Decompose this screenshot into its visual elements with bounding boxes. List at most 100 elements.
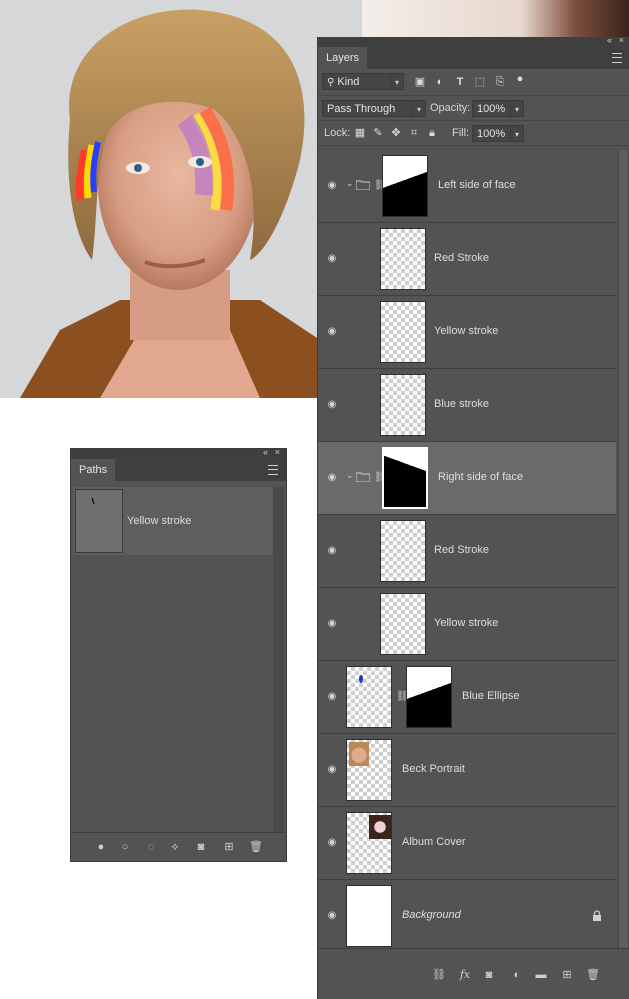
- layers-panel: « × Layers ⚲ Kind ▾ ▣ ◐ T ⬚ ⎘ ● Pass Thr…: [317, 35, 629, 999]
- paths-scrollbar[interactable]: [273, 487, 284, 832]
- chevron-down-icon[interactable]: ⌄: [346, 470, 354, 481]
- layer-row[interactable]: ◉ Red Stroke: [318, 515, 616, 588]
- layer-row[interactable]: ◉ Yellow stroke: [318, 296, 616, 369]
- shape-filter-icon[interactable]: ⬚: [474, 76, 486, 88]
- layer-row[interactable]: ◉ Album Cover: [318, 807, 616, 880]
- stroke-path-icon[interactable]: ○: [119, 841, 131, 853]
- eye-icon[interactable]: ◉: [326, 472, 338, 484]
- add-mask-icon[interactable]: ◙: [195, 841, 207, 853]
- layer-row[interactable]: ◉ Red Stroke: [318, 223, 616, 296]
- link-layers-icon[interactable]: ⛓: [432, 969, 446, 981]
- image-filter-icon[interactable]: ▣: [414, 76, 426, 88]
- layer-thumbnail[interactable]: [346, 885, 392, 947]
- layer-thumbnail[interactable]: [346, 739, 392, 801]
- collapse-icon[interactable]: «: [607, 35, 612, 45]
- chevron-down-icon[interactable]: ⌄: [346, 178, 354, 189]
- layer-thumbnail[interactable]: [380, 593, 426, 655]
- panel-menu-icon[interactable]: [268, 465, 278, 475]
- layer-thumbnail[interactable]: [380, 301, 426, 363]
- smart-object-filter-icon[interactable]: ⎘: [494, 76, 506, 88]
- link-icon[interactable]: ⛓: [374, 472, 387, 484]
- layer-row[interactable]: ◉ Yellow stroke: [318, 588, 616, 661]
- opacity-input[interactable]: 100% ▾: [472, 100, 524, 117]
- blue-ellipse-mark: [359, 675, 363, 683]
- group-mask-thumbnail[interactable]: [382, 155, 428, 217]
- adjustment-filter-icon[interactable]: ◐: [434, 76, 446, 88]
- add-mask-icon[interactable]: ◙: [482, 969, 496, 981]
- album-cover-photo: [362, 0, 629, 40]
- tab-layers[interactable]: Layers: [318, 47, 368, 69]
- eye-icon[interactable]: ◉: [326, 253, 338, 265]
- lock-transparent-icon[interactable]: ▦: [354, 127, 366, 139]
- close-icon[interactable]: ×: [275, 447, 280, 457]
- new-layer-icon[interactable]: ⊞: [560, 969, 574, 981]
- lock-paint-icon[interactable]: ✎: [372, 127, 384, 139]
- layer-row[interactable]: ◉ ⌄ ⛓ Left side of face: [318, 150, 616, 223]
- trash-icon[interactable]: 🗑︎: [249, 841, 263, 853]
- layer-thumbnail[interactable]: [380, 520, 426, 582]
- lock-all-icon[interactable]: 🔒︎: [426, 127, 438, 139]
- eye-icon[interactable]: ◉: [326, 326, 338, 338]
- chevron-down-icon: ▾: [412, 101, 425, 116]
- layer-list: ◉ ⌄ ⛓ Left side of face ◉ Red Stroke ◉ Y…: [318, 150, 616, 986]
- layer-name: Red Stroke: [434, 252, 490, 264]
- layer-row[interactable]: ◉ Beck Portrait: [318, 734, 616, 807]
- layer-thumbnail[interactable]: [380, 228, 426, 290]
- make-work-path-icon[interactable]: ⟡: [169, 841, 181, 853]
- fill-value: 100%: [477, 128, 506, 140]
- link-icon[interactable]: ⛓: [396, 691, 409, 703]
- panel-titlebar[interactable]: « ×: [71, 447, 286, 459]
- lock-position-icon[interactable]: ✥: [390, 127, 402, 139]
- layer-thumbnail[interactable]: [380, 374, 426, 436]
- layer-thumbnail[interactable]: [346, 812, 392, 874]
- layer-mask-thumbnail[interactable]: [406, 666, 452, 728]
- eye-icon[interactable]: ◉: [326, 764, 338, 776]
- layer-thumbnail[interactable]: [346, 666, 392, 728]
- blend-mode-value: Pass Through: [327, 103, 396, 115]
- panel-titlebar[interactable]: « ×: [318, 35, 629, 47]
- panel-menu-icon[interactable]: [612, 53, 622, 63]
- group-mask-thumbnail[interactable]: [382, 447, 428, 509]
- load-selection-icon[interactable]: ◌: [145, 841, 157, 853]
- eye-icon[interactable]: ◉: [326, 545, 338, 557]
- layer-name: Blue stroke: [434, 398, 490, 410]
- layer-row[interactable]: ◉ ⛓ Blue Ellipse: [318, 661, 616, 734]
- layers-scrollbar[interactable]: [617, 150, 629, 986]
- eye-icon[interactable]: ◉: [326, 180, 338, 192]
- layer-name: Right side of face: [438, 471, 523, 483]
- fill-input[interactable]: 100% ▾: [472, 125, 524, 142]
- eye-icon[interactable]: ◉: [326, 691, 338, 703]
- link-icon[interactable]: ⛓: [374, 180, 387, 192]
- eye-icon[interactable]: ◉: [326, 910, 338, 922]
- blend-row: Pass Through ▾ Opacity: 100% ▾: [318, 96, 629, 121]
- type-filter-icon[interactable]: T: [454, 76, 466, 88]
- search-icon: ⚲: [327, 77, 335, 88]
- close-icon[interactable]: ×: [619, 35, 624, 45]
- adjustment-layer-icon[interactable]: ◐: [510, 969, 524, 981]
- path-item[interactable]: Yellow stroke: [73, 487, 273, 555]
- eye-icon[interactable]: ◉: [326, 837, 338, 849]
- chevron-down-icon: ▾: [390, 74, 403, 89]
- layer-row[interactable]: ◉ Blue stroke: [318, 369, 616, 442]
- filter-toggle-icon[interactable]: ●: [514, 73, 526, 85]
- trash-icon[interactable]: 🗑︎: [586, 969, 600, 981]
- chevron-down-icon: ▾: [510, 101, 523, 116]
- scrollbar-thumb[interactable]: [619, 150, 628, 986]
- eye-icon[interactable]: ◉: [326, 399, 338, 411]
- fill-path-icon[interactable]: ●: [95, 841, 107, 853]
- new-path-icon[interactable]: ⊞: [223, 841, 235, 853]
- fill-label: Fill:: [452, 127, 470, 139]
- lock-artboard-icon[interactable]: ⌗: [408, 127, 420, 139]
- filter-kind-select[interactable]: ⚲ Kind ▾: [322, 73, 404, 90]
- album-thumbnail-image: [369, 815, 391, 839]
- new-group-icon[interactable]: ▬: [534, 969, 548, 981]
- tab-paths[interactable]: Paths: [71, 459, 116, 481]
- fx-icon[interactable]: fx: [458, 969, 472, 981]
- blend-mode-select[interactable]: Pass Through ▾: [322, 100, 426, 117]
- layer-name: Blue Ellipse: [462, 690, 520, 702]
- eye-icon[interactable]: ◉: [326, 618, 338, 630]
- collapse-icon[interactable]: «: [263, 447, 268, 457]
- layer-row-selected[interactable]: ◉ ⌄ ⛓ Right side of face: [318, 442, 616, 515]
- layer-row[interactable]: ◉ Background: [318, 880, 616, 953]
- opacity-label: Opacity:: [430, 102, 471, 114]
